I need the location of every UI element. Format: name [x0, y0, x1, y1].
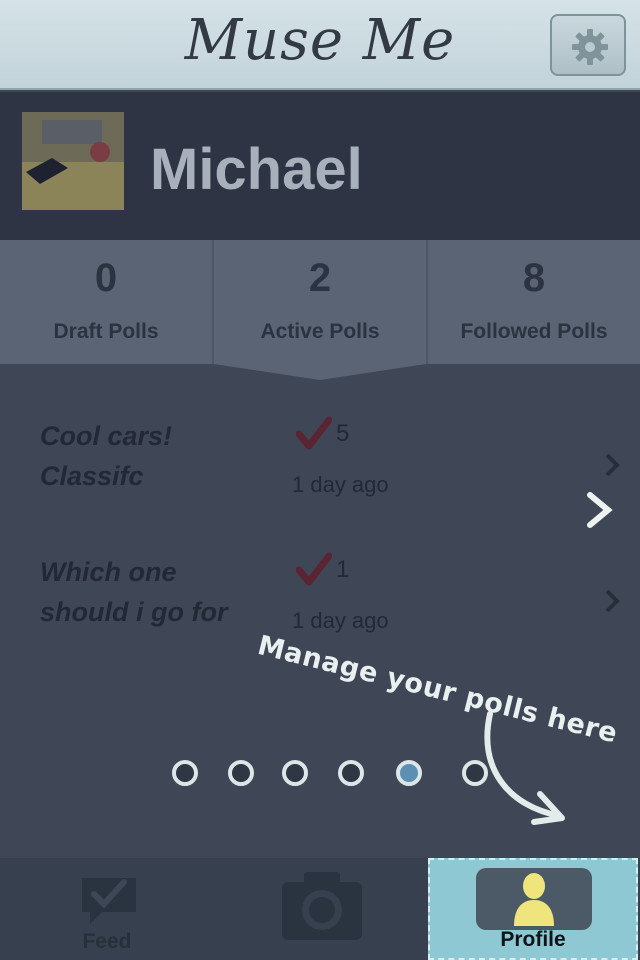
poll-age: 1 day ago	[292, 472, 389, 497]
poll-title-line: Which one	[40, 557, 177, 587]
page-indicator[interactable]	[168, 760, 498, 790]
stat-followed-polls[interactable]: 8 Followed Polls	[428, 240, 640, 364]
next-page-chevron-icon[interactable]	[585, 490, 615, 530]
page-dot[interactable]	[172, 760, 198, 786]
stat-label: Draft Polls	[53, 320, 159, 343]
chevron-right-icon	[605, 589, 620, 613]
app-screen: Muse Me Michael 0 Draft Polls 2 Active P…	[0, 0, 640, 960]
tab-bar: Feed Profile	[0, 858, 640, 960]
tab-label: Profile	[500, 928, 566, 951]
poll-age: 1 day ago	[292, 608, 389, 633]
tab-feed[interactable]: Feed	[0, 858, 214, 960]
tab-camera[interactable]	[214, 858, 428, 960]
page-dot[interactable]	[338, 760, 364, 786]
vote-count: 5	[336, 420, 350, 447]
selected-stat-pointer	[214, 364, 426, 380]
camera-icon	[282, 872, 362, 940]
settings-button[interactable]	[550, 14, 626, 76]
poll-title: Which one should i go for	[40, 552, 280, 632]
vote-count: 1	[336, 556, 350, 583]
tab-profile[interactable]: Profile	[428, 858, 638, 960]
navigation-bar: Muse Me	[0, 0, 640, 90]
app-title: Muse Me	[184, 8, 456, 73]
gear-icon	[572, 29, 608, 65]
poll-title-line: Cool cars!	[40, 421, 173, 451]
poll-title: Cool cars! Classifc	[40, 416, 280, 496]
stat-value: 0	[94, 256, 118, 300]
poll-title-line: Classifc	[40, 461, 144, 491]
stat-label: Active Polls	[260, 320, 380, 343]
avatar-photo	[22, 112, 124, 210]
user-name: Michael	[150, 137, 363, 202]
tab-label: Feed	[82, 930, 132, 953]
chevron-right-icon	[605, 453, 620, 477]
person-icon	[514, 873, 554, 926]
stats-bar: 0 Draft Polls 2 Active Polls 8 Followed …	[0, 240, 640, 364]
stat-label: Followed Polls	[460, 320, 608, 343]
check-icon	[296, 552, 332, 586]
profile-icon-frame	[476, 868, 592, 930]
check-icon	[296, 416, 332, 450]
profile-banner: Michael	[0, 92, 640, 240]
stat-draft-polls[interactable]: 0 Draft Polls	[0, 240, 212, 364]
chat-check-icon	[82, 878, 136, 924]
stat-value: 8	[522, 256, 546, 300]
avatar[interactable]	[22, 112, 124, 210]
stat-value: 2	[308, 256, 332, 300]
page-dot[interactable]	[228, 760, 254, 786]
page-dot[interactable]	[462, 760, 488, 786]
page-dot[interactable]	[282, 760, 308, 786]
page-dot-active[interactable]	[396, 760, 422, 786]
poll-title-line: should i go for	[40, 597, 228, 627]
poll-row[interactable]: Cool cars! Classifc 5 1 day ago	[0, 416, 640, 556]
stat-active-polls[interactable]: 2 Active Polls	[214, 240, 426, 364]
